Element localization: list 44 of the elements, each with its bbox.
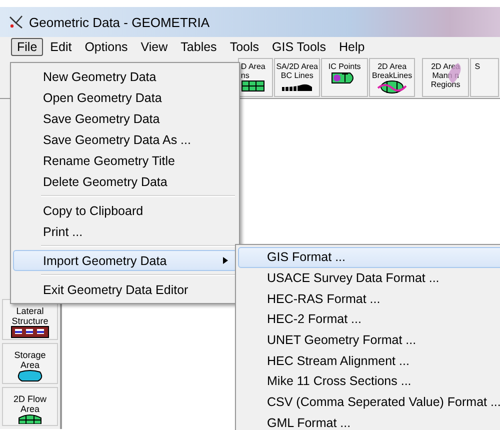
grid-icon xyxy=(240,80,265,92)
menu-item[interactable]: UNET Geometry Format ... xyxy=(238,330,500,350)
menu-item[interactable]: Options xyxy=(78,38,134,56)
menu-item[interactable]: Open Geometry Data xyxy=(13,87,237,108)
menu-item[interactable]: HEC Stream Alignment ... xyxy=(238,350,500,372)
menu-item[interactable]: Edit xyxy=(44,38,78,56)
submenu-arrow-icon xyxy=(223,257,228,264)
menu-item[interactable]: Tables xyxy=(174,38,223,56)
menu-item[interactable]: Save Geometry Data xyxy=(13,108,237,129)
lateral-structure-icon xyxy=(11,326,49,338)
toolbar-button[interactable]: Lateral Structure xyxy=(2,299,58,340)
toolbar-button[interactable]: 2D Area BreakLines xyxy=(368,58,416,97)
menu-item[interactable]: Help xyxy=(332,38,371,56)
menu-item[interactable]: Delete Geometry Data xyxy=(13,171,237,192)
menu-item[interactable]: View xyxy=(134,38,174,56)
breaklines-icon xyxy=(377,80,408,94)
menu-item[interactable]: Mike 11 Cross Sections ... xyxy=(238,371,500,392)
menu-item[interactable]: Save Geometry Data As ... xyxy=(13,129,237,150)
toolbar-button[interactable]: 2D Flow Area xyxy=(2,387,58,426)
menu-item[interactable]: GIS Tools xyxy=(266,38,332,56)
menu-item[interactable]: Copy to Clipboard xyxy=(13,200,237,221)
toolbar-button[interactable]: IC Points xyxy=(321,58,368,97)
menu-item[interactable]: Rename Geometry Title xyxy=(13,150,237,171)
storage-area-icon xyxy=(17,370,43,382)
menu-item[interactable]: HEC-2 Format ... xyxy=(238,309,500,330)
menu-item[interactable]: HEC-RAS Format ... xyxy=(238,288,500,310)
menu-item[interactable]: GML Format ... xyxy=(238,412,500,430)
flow-area-icon xyxy=(17,414,43,424)
menu-item[interactable]: New Geometry Data xyxy=(13,66,237,87)
app-icon xyxy=(8,14,24,30)
menu-item[interactable]: Print ... xyxy=(13,221,237,242)
menu-item[interactable]: Exit Geometry Data Editor xyxy=(13,279,237,300)
menu-item[interactable]: File xyxy=(11,38,44,56)
toolbar-button[interactable]: 2D Area Mann n Regions xyxy=(422,58,469,97)
menu-item[interactable]: GIS Format ... xyxy=(238,247,500,268)
menu-item[interactable]: Import Geometry Data xyxy=(13,250,237,271)
toolbar-button[interactable]: D Area ns xyxy=(238,58,273,97)
menu-item[interactable]: Tools xyxy=(224,38,265,56)
menu-item[interactable]: CSV (Comma Seperated Value) Format ... xyxy=(238,392,500,412)
menu-item[interactable]: USACE Survey Data Format ... xyxy=(238,268,500,288)
toolbar-button[interactable]: Storage Area xyxy=(2,343,58,384)
window-title: Geometric Data - GEOMETRIA xyxy=(29,14,210,30)
toolbar-button[interactable]: S xyxy=(470,58,499,97)
toolbar-button[interactable]: SA/2D Area BC Lines xyxy=(274,58,320,97)
